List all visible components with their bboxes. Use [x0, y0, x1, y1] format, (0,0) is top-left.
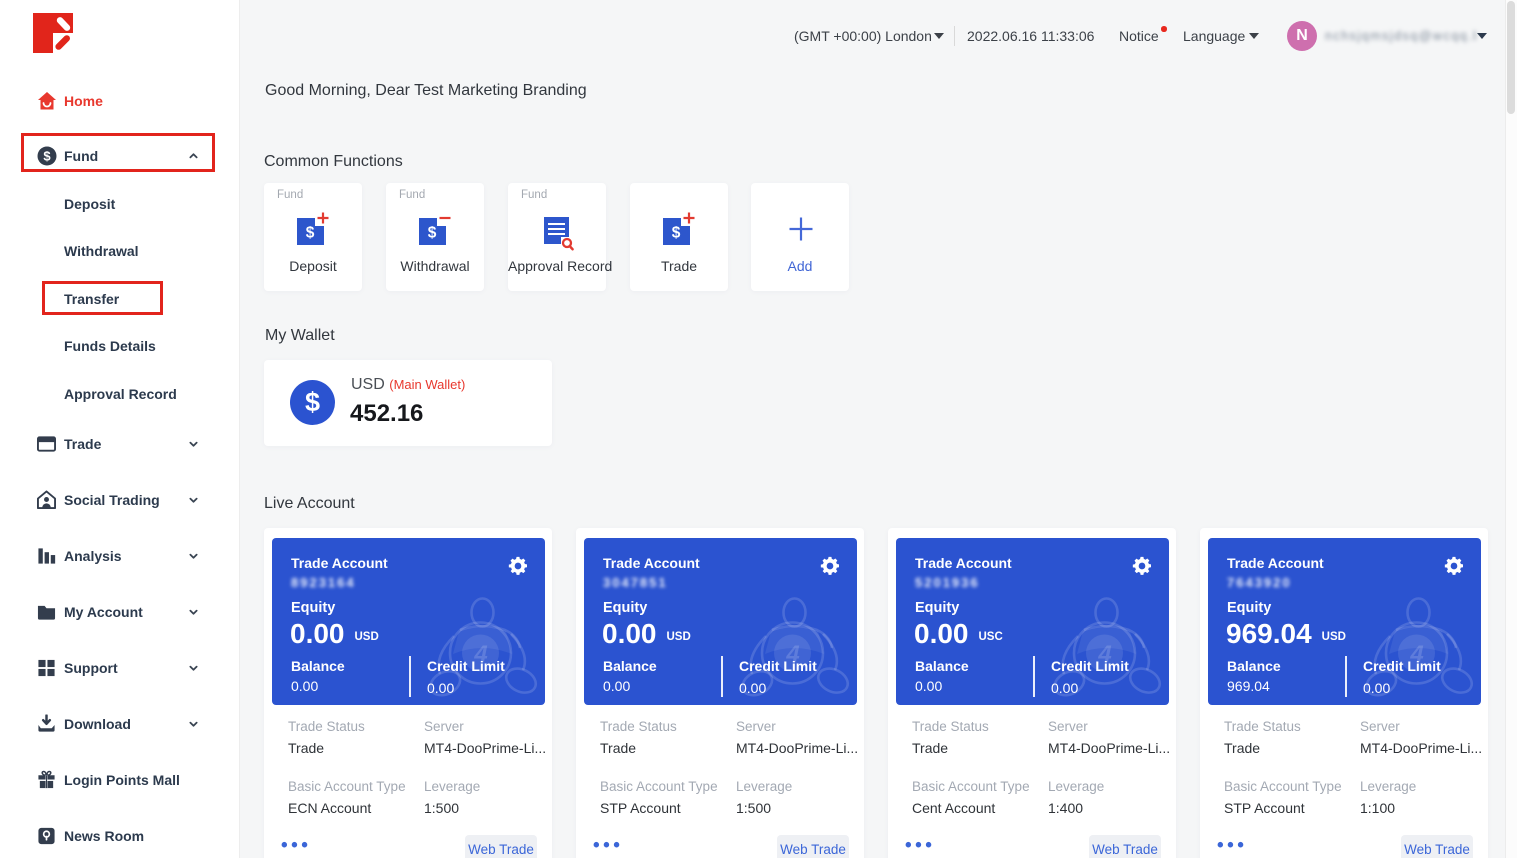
svg-text:$: $ [428, 225, 437, 242]
svg-text:$: $ [672, 225, 681, 242]
svg-text:$: $ [306, 225, 315, 242]
